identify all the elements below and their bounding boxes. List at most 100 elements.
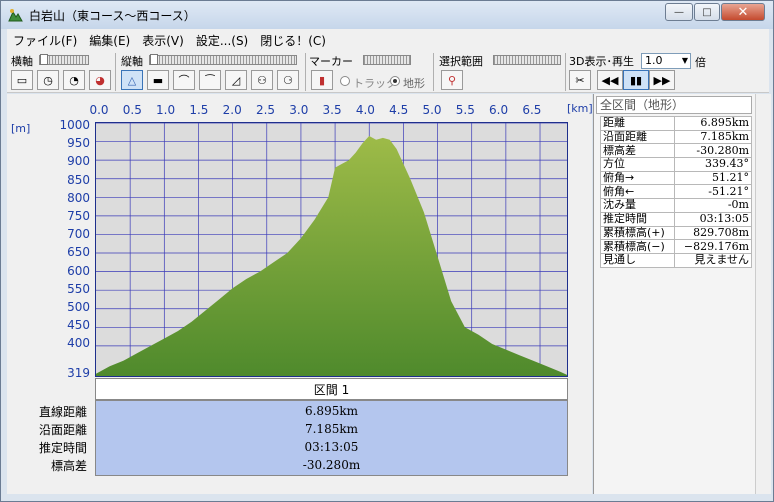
speed-dropdown[interactable]: 1.0 ▼ <box>641 53 691 69</box>
x-tick-label: 2.5 <box>255 103 276 117</box>
stats-row-value: 339.43° <box>673 157 753 172</box>
menu-view[interactable]: 表示(V) <box>136 32 190 49</box>
section-straight-distance: 6.895km <box>304 404 358 418</box>
x-tick-label: 1.0 <box>156 103 176 117</box>
toolbar-separator <box>305 53 306 91</box>
stats-row-value: -51.21° <box>673 184 753 200</box>
y-tick-label: 450 <box>67 318 90 333</box>
minimize-button[interactable]: — <box>665 3 693 21</box>
stats-row: 俯角← -51.21° <box>600 184 753 200</box>
title-bar[interactable]: 白岩山（東コース～西コース） — □ ✕ <box>1 1 773 29</box>
maximize-button[interactable]: □ <box>694 3 720 21</box>
y-tick-label: 700 <box>67 227 90 242</box>
selection-range-slider[interactable] <box>493 55 561 65</box>
stats-row: 累積標高(−) −829.176m <box>600 239 753 254</box>
stats-row-value: −829.176m <box>673 239 753 254</box>
toolbar-separator <box>565 53 566 91</box>
pause-icon[interactable]: ▮▮ <box>623 70 649 90</box>
x-tick-label: 3.5 <box>322 103 342 117</box>
clock-123-icon[interactable]: ◔ <box>63 70 85 90</box>
stats-row-value: 7.185km <box>673 129 753 145</box>
y-tick-label: 1000 <box>59 118 90 132</box>
y-tick-label: 500 <box>67 300 90 314</box>
y-tick-label: 550 <box>67 281 90 296</box>
elevation-chart[interactable] <box>96 123 567 376</box>
walker-icon[interactable]: ⚇ <box>251 70 273 90</box>
walker-alt-icon[interactable]: ⚆ <box>277 70 299 90</box>
vertical-scrollbar[interactable] <box>755 94 771 494</box>
stats-row-value: 03:13:05 <box>673 211 753 227</box>
stats-row-label: 推定時間 <box>600 211 675 227</box>
flat-scale-icon[interactable]: ▬ <box>147 70 169 90</box>
marker-slider[interactable] <box>363 55 411 65</box>
y-tick-label: 750 <box>67 209 90 223</box>
elevation-graph[interactable] <box>95 122 568 377</box>
section-header[interactable]: 区間 1 <box>95 378 568 400</box>
curve-icon[interactable]: ⌒ <box>173 70 195 90</box>
slope-angle-icon[interactable]: ◿ <box>225 70 247 90</box>
stats-row-value: 見えません <box>673 252 753 268</box>
stats-row: 推定時間 03:13:05 <box>600 211 753 227</box>
stats-row-value: 6.895km <box>673 116 753 131</box>
menu-bar: ファイル(F) 編集(E) 表示(V) 設定...(S) 閉じる！(C) <box>7 29 769 51</box>
toolbar-separator <box>115 53 116 91</box>
y-tick-label: 400 <box>67 336 90 351</box>
stats-row: 標高差 -30.280m <box>600 143 753 159</box>
profile-plot-area: [m] [km] 0.0 0.5 1.0 1.5 2.0 2.5 3.0 3.5 4.0 4.5 5… <box>7 94 593 494</box>
stats-side-panel: 全区間（地形） 距離 6.895km 沿面距離 7.185km 標高差 -30.280m 方… <box>593 94 755 494</box>
section-surface-distance: 7.185km <box>304 422 358 436</box>
stats-row-label: 沈み量 <box>600 198 675 213</box>
x-tick-label: 3.0 <box>289 103 309 117</box>
stats-row-label: 俯角← <box>600 184 675 200</box>
close-button[interactable]: ✕ <box>721 3 765 21</box>
menu-settings[interactable]: 設定...(S) <box>190 32 254 49</box>
x-tick-label: 5.5 <box>455 103 475 117</box>
mountain-profile-icon[interactable]: △ <box>121 70 143 90</box>
track-radio[interactable] <box>340 76 350 86</box>
horizontal-axis-thumb[interactable] <box>40 54 48 65</box>
section-values-panel: 6.895km 7.185km 03:13:05 -30.280m <box>95 400 568 476</box>
fast-forward-icon[interactable]: ▶▶ <box>649 70 675 90</box>
y-tick-label: 850 <box>67 172 90 187</box>
straight-distance-label: 直線距離 <box>38 405 87 419</box>
curve-dotted-icon[interactable]: ⁀ <box>199 70 221 90</box>
menu-close[interactable]: 閉じる！(C) <box>254 32 332 49</box>
x-tick-label: 1.5 <box>189 103 209 117</box>
surface-distance-label: 沿面距離 <box>38 423 87 437</box>
3d-view-icon[interactable]: ✂ <box>569 70 591 90</box>
x-tick-label: 5.0 <box>422 103 442 117</box>
elevation-diff-label: 標高差 <box>50 459 87 473</box>
clock-icon[interactable]: ◷ <box>37 70 59 90</box>
menu-edit[interactable]: 編集(E) <box>83 32 136 49</box>
selection-range-label: 選択範囲 <box>439 55 483 68</box>
y-tick-label: 600 <box>67 263 90 278</box>
rewind-icon[interactable]: ◀◀ <box>597 70 623 90</box>
stats-row: 方位 339.43° <box>600 157 753 172</box>
speed-unit: 倍 <box>695 56 706 69</box>
estimated-time-label: 推定時間 <box>38 441 87 455</box>
x-tick-label: 6.5 <box>522 103 542 117</box>
stats-row-label: 沿面距離 <box>600 129 675 145</box>
stats-row-value: 829.708m <box>673 225 753 241</box>
vertical-axis-label: 縦軸 <box>121 55 143 68</box>
stats-row: 累積標高(+) 829.708m <box>600 225 753 241</box>
menu-file[interactable]: ファイル(F) <box>7 32 83 49</box>
stats-row-label: 累積標高(+) <box>600 225 675 241</box>
x-tick-label: 4.5 <box>389 103 409 117</box>
pie-clock-icon[interactable]: ◕ <box>89 70 111 90</box>
selection-marker-icon[interactable]: ⚲ <box>441 70 463 90</box>
vertical-axis-thumb[interactable] <box>150 54 158 65</box>
stats-row: 俯角→ 51.21° <box>600 170 753 186</box>
toolbar-separator <box>433 53 434 91</box>
app-icon <box>8 9 23 22</box>
horizontal-axis-label: 横軸 <box>11 55 33 68</box>
stats-table: 距離 6.895km 沿面距離 7.185km 標高差 -30.280m 方位 339.43°… <box>600 116 753 268</box>
y-min-label: 319 <box>67 366 90 380</box>
marker-icon[interactable]: ▮ <box>311 70 333 90</box>
vertical-axis-slider[interactable] <box>149 55 297 65</box>
stats-row-label: 方位 <box>600 157 675 172</box>
x-tick-label: 0.5 <box>122 103 142 117</box>
section-estimated-time: 03:13:05 <box>304 440 359 454</box>
horizontal-scale-icon[interactable]: ▭ <box>11 70 33 90</box>
terrain-radio[interactable] <box>390 76 400 86</box>
